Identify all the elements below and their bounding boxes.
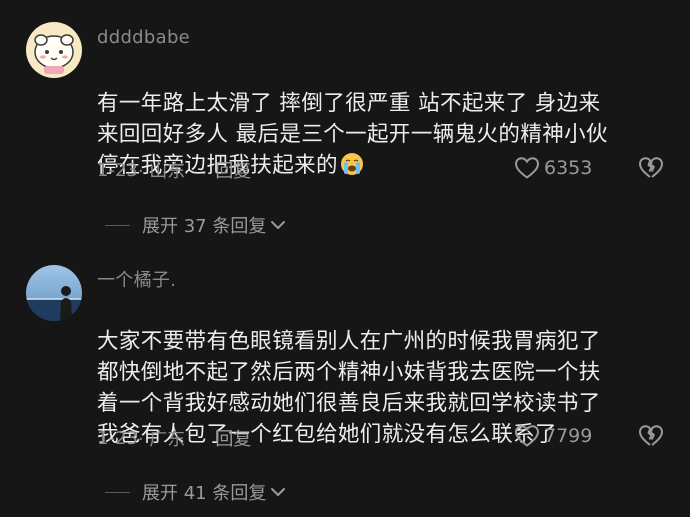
comment-meta: 1-23 · 广东 回复 <box>97 425 251 451</box>
comment-date: 1-23 <box>97 159 138 181</box>
broken-heart-icon <box>639 425 663 446</box>
heart-icon <box>514 157 540 179</box>
avatar[interactable] <box>26 265 82 321</box>
dislike-button[interactable] <box>638 424 664 452</box>
broken-heart-icon <box>639 157 663 178</box>
divider-line <box>105 491 130 493</box>
crying-face-emoji <box>340 153 363 175</box>
like-count: 6353 <box>544 157 593 179</box>
username[interactable]: 一个橘子. <box>97 266 176 292</box>
like-button[interactable]: 7799 <box>514 424 592 448</box>
chevron-down-icon <box>271 488 286 496</box>
reply-button[interactable]: 回复 <box>215 425 251 451</box>
expand-replies-label: 展开 37 条回复 <box>142 216 267 237</box>
expand-replies: 展开 37 条回复 <box>105 212 286 238</box>
expand-replies-button[interactable]: 展开 41 条回复 <box>142 479 286 505</box>
like-count: 7799 <box>544 425 593 447</box>
comment-item: 一个橘子. 大家不要带有色眼镜看别人在广州的时候我胃病犯了 都快倒地不起了然后两… <box>0 250 690 517</box>
divider-line <box>105 224 130 226</box>
avatar-image <box>26 22 82 78</box>
expand-replies-label: 展开 41 条回复 <box>142 483 267 504</box>
comment-date: 1-23 <box>97 427 138 449</box>
like-button[interactable]: 6353 <box>514 156 592 180</box>
username[interactable]: ddddbabe <box>97 27 190 48</box>
chevron-down-icon <box>271 221 286 229</box>
comment-item: ddddbabe 有一年路上太滑了 摔倒了很严重 站不起来了 身边来 来回回好多… <box>0 0 690 250</box>
comment-location: · 山东 <box>137 161 186 182</box>
comment-meta: 1-23 · 山东 回复 <box>97 157 251 183</box>
comment-location: · 广东 <box>137 429 186 450</box>
avatar[interactable] <box>26 22 82 78</box>
avatar-image <box>26 265 82 321</box>
reply-button[interactable]: 回复 <box>215 157 251 183</box>
dislike-button[interactable] <box>638 156 664 184</box>
heart-icon <box>514 425 540 447</box>
expand-replies: 展开 41 条回复 <box>105 479 286 505</box>
expand-replies-button[interactable]: 展开 37 条回复 <box>142 212 286 238</box>
